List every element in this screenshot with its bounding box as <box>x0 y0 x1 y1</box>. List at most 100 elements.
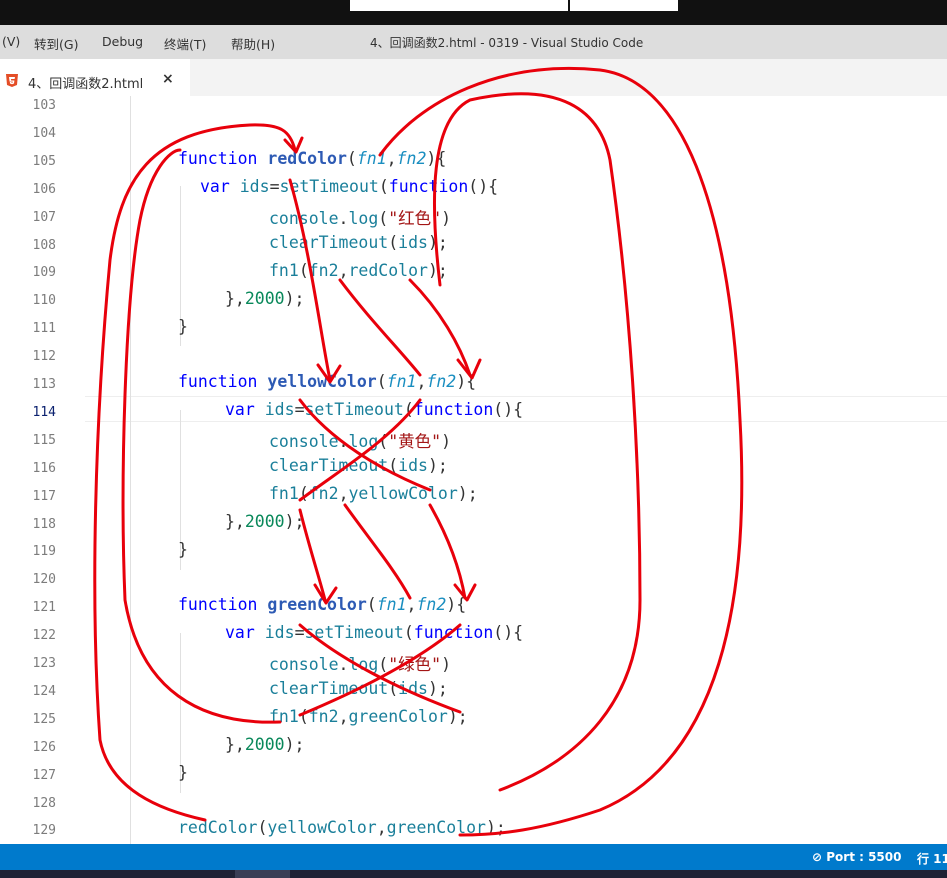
cursor-position[interactable]: 行 114 <box>917 850 947 867</box>
code-line-127: } <box>178 763 188 782</box>
identifier: fn2 <box>308 707 339 726</box>
code-line-122: var ids=setTimeout(function(){ <box>225 623 524 642</box>
identifier: greenColor <box>348 707 448 726</box>
line-number: 105 <box>32 153 56 169</box>
param: fn1 <box>356 149 387 168</box>
identifier: ids <box>264 400 295 419</box>
number-literal: 2000 <box>244 289 285 308</box>
code-line-129: redColor(yellowColor,greenColor); <box>178 818 506 837</box>
line-number: 120 <box>32 572 56 588</box>
code-line-115: console.log("黄色") <box>269 432 452 451</box>
identifier: console <box>269 655 339 674</box>
code-line-114: var ids=setTimeout(function(){ <box>225 400 524 419</box>
menu-view[interactable]: (V) <box>2 34 20 49</box>
line-number: 103 <box>32 98 56 113</box>
keyword: function <box>178 595 258 614</box>
line-number: 118 <box>32 516 56 532</box>
code-line-105: function redColor(fn1,fn2){ <box>178 149 447 168</box>
identifier: greenColor <box>386 818 486 837</box>
identifier: ids <box>239 177 270 196</box>
code-line-110: },2000); <box>225 289 305 308</box>
identifier: fn1 <box>269 261 299 280</box>
keyword: var <box>225 623 255 642</box>
param: fn2 <box>416 595 447 614</box>
identifier: fn1 <box>269 707 299 726</box>
code-line-109: fn1(fn2,redColor); <box>269 261 448 280</box>
menu-terminal[interactable]: 终端(T) <box>164 34 206 53</box>
code-line-107: console.log("红色") <box>269 209 452 228</box>
line-number: 128 <box>32 795 56 811</box>
identifier: ids <box>398 233 428 252</box>
line-number: 114 <box>32 404 56 420</box>
code-line-121: function greenColor(fn1,fn2){ <box>178 595 467 614</box>
identifier: ids <box>398 456 428 475</box>
code-line-124: clearTimeout(ids); <box>269 679 448 698</box>
code-line-119: } <box>178 540 188 559</box>
identifier: ids <box>264 623 295 642</box>
string-literal: "黄色" <box>388 432 442 451</box>
identifier: yellowColor <box>348 484 458 503</box>
os-taskbar <box>0 870 947 878</box>
line-number: 119 <box>32 544 56 560</box>
line-number: 110 <box>32 293 56 309</box>
keyword: function <box>178 372 258 391</box>
line-number: 104 <box>32 125 56 141</box>
line-number: 115 <box>32 432 56 448</box>
param: fn2 <box>426 372 457 391</box>
menu-goto[interactable]: 转到(G) <box>34 34 78 53</box>
identifier: console <box>269 432 339 451</box>
keyword: var <box>225 400 255 419</box>
identifier: yellowColor <box>267 818 377 837</box>
line-number: 126 <box>32 739 56 755</box>
identifier: redColor <box>348 261 428 280</box>
keyword: var <box>200 177 230 196</box>
window-title: 4、回调函数2.html - 0319 - Visual Studio Code <box>370 36 644 50</box>
identifier: clearTimeout <box>269 679 389 698</box>
param: fn1 <box>376 595 407 614</box>
code-line-125: fn1(fn2,greenColor); <box>269 707 468 726</box>
screen-top-bar <box>0 0 947 25</box>
line-number: 125 <box>32 711 56 727</box>
menu-help[interactable]: 帮助(H) <box>231 34 275 53</box>
identifier: setTimeout <box>279 177 379 196</box>
code-line-111: } <box>178 317 188 336</box>
identifier: setTimeout <box>304 623 404 642</box>
status-bar: ⊘ Port : 5500 行 114 <box>0 844 947 870</box>
keyword: function <box>388 177 469 196</box>
identifier: fn1 <box>269 484 299 503</box>
identifier: console <box>269 209 339 228</box>
line-number: 127 <box>32 767 56 783</box>
keyword: function <box>178 149 258 168</box>
param: fn2 <box>396 149 427 168</box>
line-number: 121 <box>32 600 56 616</box>
menu-debug[interactable]: Debug <box>102 34 143 49</box>
code-line-108: clearTimeout(ids); <box>269 233 448 252</box>
line-number: 123 <box>32 656 56 671</box>
taskbar-active-item[interactable] <box>235 870 290 878</box>
line-number: 124 <box>32 683 56 699</box>
tab-close-icon[interactable]: × <box>162 71 174 87</box>
code-line-126: },2000); <box>225 735 305 754</box>
identifier: setTimeout <box>304 400 404 419</box>
code-line-118: },2000); <box>225 512 305 531</box>
code-line-116: clearTimeout(ids); <box>269 456 448 475</box>
html5-file-icon <box>6 74 18 87</box>
code-line-117: fn1(fn2,yellowColor); <box>269 484 478 503</box>
identifier: log <box>348 655 379 674</box>
line-number: 111 <box>32 321 56 337</box>
string-literal: "红色" <box>388 209 442 228</box>
identifier: redColor <box>178 818 258 837</box>
top-strip <box>350 0 568 11</box>
identifier: fn2 <box>308 261 339 280</box>
identifier: log <box>348 432 379 451</box>
identifier: log <box>348 209 379 228</box>
live-server-port[interactable]: ⊘ Port : 5500 <box>812 850 901 864</box>
keyword: function <box>413 623 494 642</box>
tab-label: 4、回调函数2.html <box>28 77 144 92</box>
line-number: 122 <box>32 628 56 644</box>
function-name: redColor <box>267 149 347 168</box>
code-editor[interactable]: 103 104 105 106 107 108 109 110 111 112 113 114 115 1… <box>0 96 947 844</box>
code-line-123: console.log("绿色") <box>269 655 452 674</box>
code-line-113: function yellowColor(fn1,fn2){ <box>178 372 477 391</box>
title-menu-bar: (V) 转到(G) Debug 终端(T) 帮助(H) 4、回调函数2.html… <box>0 25 947 59</box>
